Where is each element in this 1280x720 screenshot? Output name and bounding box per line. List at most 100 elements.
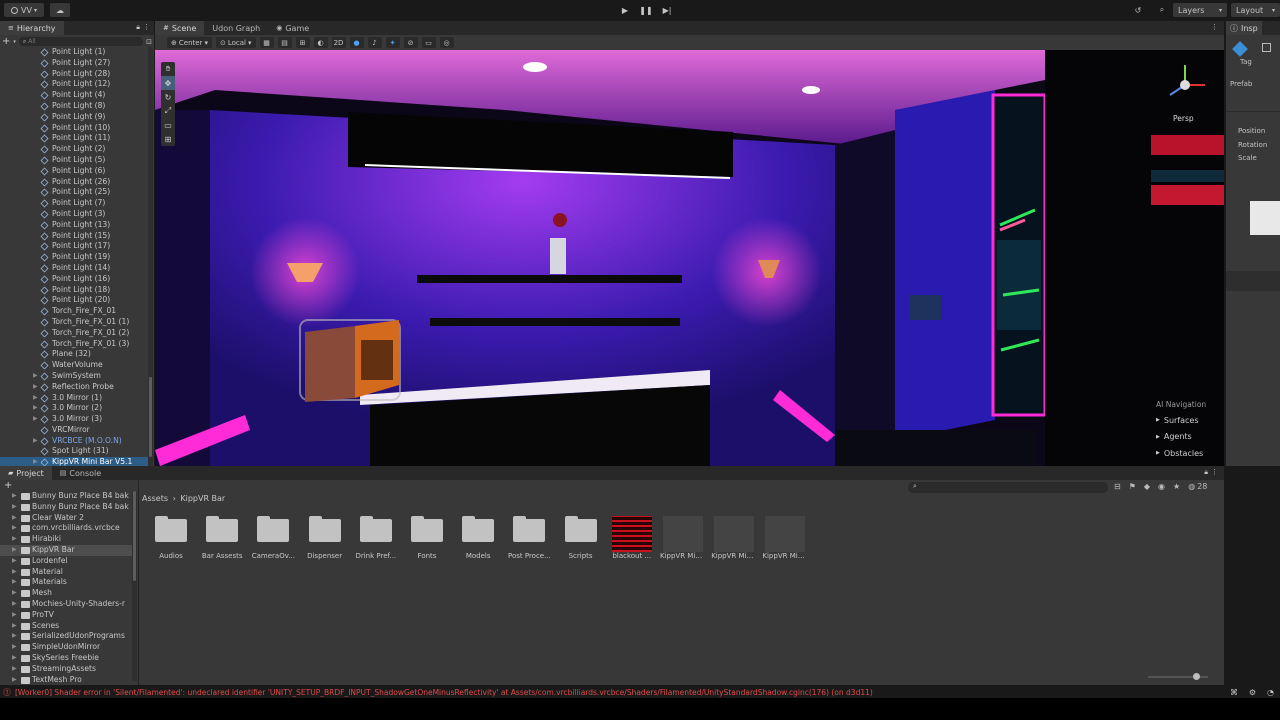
pivot-dropdown[interactable]: ⊕ Center ▾ [167,37,212,48]
expand-arrow-icon[interactable]: ▶ [12,523,17,534]
folder-tree-item[interactable]: ▶ KippVR Bar [0,544,136,556]
hierarchy-item[interactable]: ▶ 3.0 Mirror (3) [0,414,150,425]
hierarchy-item[interactable]: Point Light (18) [0,285,150,296]
filter-type-icon[interactable]: ⊟ [1114,482,1121,491]
hierarchy-item[interactable]: Point Light (12) [0,79,150,90]
grid-snap-button[interactable]: ▦ [259,37,274,48]
gizmos-button[interactable]: ◎ [439,37,454,48]
expand-arrow-icon[interactable]: ▶ [12,664,17,675]
hierarchy-item[interactable]: Torch_Fire_FX_01 (3) [0,339,150,350]
move-tool[interactable]: ✥ [161,76,175,90]
expand-arrow-icon[interactable]: ▶ [33,393,38,404]
asset-folder[interactable]: Scripts [558,516,604,560]
hierarchy-item[interactable]: Point Light (9) [0,112,150,123]
hierarchy-item[interactable]: ▶ KippVR Mini Bar V5.1 [0,457,150,466]
expand-arrow-icon[interactable]: ▶ [12,513,17,524]
scroll-thumb[interactable] [149,377,152,457]
cloud-button[interactable]: ☁ [50,3,70,17]
expand-arrow-icon[interactable]: ▶ [12,588,17,599]
toggle-2d-button[interactable]: 2D [331,37,346,48]
tree-scrollbar[interactable] [132,491,137,681]
folder-tree-item[interactable]: ▶ SimpleUdonMirror [0,642,136,653]
draw-mode-button[interactable]: ◐ [313,37,328,48]
hierarchy-item[interactable]: Point Light (4) [0,90,150,101]
folder-tree-item[interactable]: ▶ Bunny Bunz Place B4 bak [0,502,136,513]
snap-button[interactable]: ▤ [277,37,292,48]
console-error-message[interactable]: [Worker0] Shader error in 'Silent/Filame… [11,688,1211,697]
folder-tree-item[interactable]: ▶ SerializedUdonPrograms [0,631,136,642]
add-asset-button[interactable]: + [4,480,12,491]
asset-folder[interactable]: Dispenser [302,516,348,560]
hierarchy-item[interactable]: Point Light (6) [0,166,150,177]
hierarchy-item[interactable]: Point Light (17) [0,241,150,252]
more-icon[interactable]: ⋮ [143,23,150,31]
hierarchy-item[interactable]: ▶ VRCBCE (M.O.O.N) [0,436,150,447]
hierarchy-item[interactable]: Torch_Fire_FX_01 (1) [0,317,150,328]
audio-toggle[interactable]: ♪ [367,37,382,48]
hierarchy-item[interactable]: Point Light (5) [0,155,150,166]
active-checkbox[interactable] [1262,43,1271,52]
tab-inspector[interactable]: ⓘ Insp [1226,21,1262,35]
hierarchy-item[interactable]: Point Light (11) [0,133,150,144]
hierarchy-item[interactable]: Point Light (28) [0,69,150,80]
hierarchy-item[interactable]: Point Light (27) [0,58,150,69]
filter-tag-icon[interactable]: ◆ [1144,482,1150,491]
lock-icon[interactable]: 🔒︎ [136,23,140,32]
progress-icon[interactable]: ◔ [1267,688,1274,697]
hierarchy-item[interactable]: ▶ 3.0 Mirror (2) [0,403,150,414]
folder-tree-item[interactable]: ▶ StreamingAssets [0,664,136,675]
scroll-thumb[interactable] [133,491,136,581]
expand-arrow-icon[interactable]: ▶ [12,653,17,664]
transform-tool[interactable]: ⊞ [161,132,175,146]
more-icon[interactable]: ⋮ [1211,23,1218,31]
hierarchy-item[interactable]: Torch_Fire_FX_01 (2) [0,328,150,339]
folder-tree-item[interactable]: ▶ Clear Water 2 [0,513,136,524]
increment-button[interactable]: ⊞ [295,37,310,48]
camera-settings-button[interactable]: ▭ [421,37,436,48]
filter-icon[interactable]: ⊡ [146,38,152,46]
expand-arrow-icon[interactable]: ▶ [12,556,17,567]
asset-file[interactable]: blackout ... [609,516,655,560]
hierarchy-item[interactable]: VRCMirror [0,425,150,436]
layout-dropdown[interactable]: Layout ▾ [1231,3,1280,17]
zoom-slider-knob[interactable] [1193,673,1200,680]
folder-tree-item[interactable]: ▶ SkySeries Freebie [0,653,136,664]
folder-tree-item[interactable]: ▶ Bunny Bunz Place B4 bak [0,491,136,502]
search-button[interactable]: ⌕ [1154,3,1170,17]
hierarchy-scrollbar[interactable] [148,47,153,466]
layers-dropdown[interactable]: Layers ▾ [1173,3,1227,17]
hierarchy-item[interactable]: Point Light (19) [0,252,150,263]
expand-arrow-icon[interactable]: ▶ [12,621,17,632]
folder-tree-item[interactable]: ▶ TextMesh Pro [0,675,136,685]
history-button[interactable]: ↺ [1130,3,1146,17]
hierarchy-item[interactable]: Torch_Fire_FX_01 [0,306,150,317]
tab-hierarchy[interactable]: ≡ Hierarchy [0,21,64,35]
hierarchy-item[interactable]: Point Light (14) [0,263,150,274]
hierarchy-item[interactable]: Spot Light (31) [0,446,150,457]
expand-arrow-icon[interactable]: ▶ [12,642,17,653]
hierarchy-item[interactable]: Point Light (1) [0,47,150,58]
hand-tool[interactable]: ✋︎ [161,62,175,76]
tab-project[interactable]: ▰ Project [0,466,52,480]
asset-folder[interactable]: Audios [148,516,194,560]
filter-log-icon[interactable]: ◉ [1158,482,1165,491]
hierarchy-item[interactable]: WaterVolume [0,360,150,371]
asset-folder[interactable]: Post Proce... [506,516,552,560]
asset-folder[interactable]: Bar Assests [199,516,245,560]
add-icon[interactable]: + [2,36,10,47]
asset-folder[interactable]: Fonts [404,516,450,560]
hierarchy-item[interactable]: Point Light (7) [0,198,150,209]
rect-tool[interactable]: ▭ [161,118,175,132]
more-icon[interactable]: ⋮ [1211,468,1218,476]
expand-arrow-icon[interactable]: ▶ [12,545,17,556]
bug-icon[interactable]: ⚙ [1249,688,1256,697]
folder-tree-item[interactable]: ▶ ProTV [0,610,136,621]
lighting-toggle[interactable]: ● [349,37,364,48]
effects-toggle[interactable]: ✦ [385,37,400,48]
expand-arrow-icon[interactable]: ▶ [12,534,17,545]
tab-game[interactable]: ◉ Game [268,21,317,35]
expand-arrow-icon[interactable]: ▶ [12,599,17,610]
hierarchy-item[interactable]: ▶ SwimSystem [0,371,150,382]
lock-icon[interactable]: 🔒︎ [1204,468,1208,477]
folder-tree-item[interactable]: ▶ Scenes [0,621,136,632]
